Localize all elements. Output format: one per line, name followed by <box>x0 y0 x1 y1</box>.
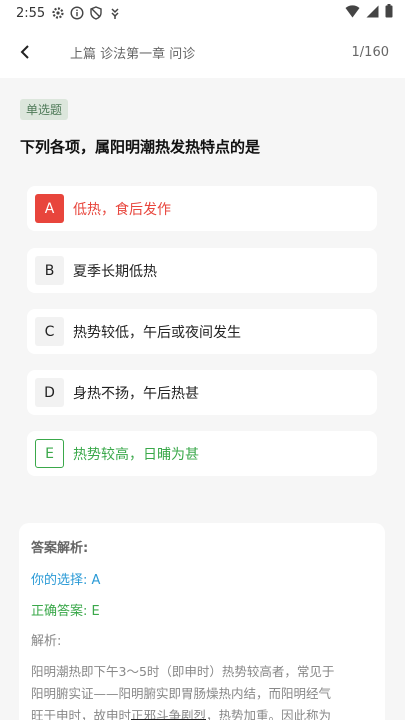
option-letter: D <box>35 378 64 407</box>
battery-icon <box>385 4 393 22</box>
option-a[interactable]: A 低热，食后发作 <box>27 186 377 231</box>
info-icon <box>70 6 84 20</box>
status-right <box>345 4 393 22</box>
correct-answer: 正确答案: E <box>31 604 100 619</box>
option-text: 夏季长期低热 <box>73 263 157 280</box>
option-letter: B <box>35 256 64 285</box>
settings-gear-icon <box>51 6 65 20</box>
explanation-line: 旺于申时，故申时正邪斗争剧烈，热势加重。因此称为 <box>31 705 373 720</box>
option-text: 低热，食后发作 <box>73 201 171 218</box>
usb-debug-icon <box>108 6 122 20</box>
option-text: 热势较高，日晡为甚 <box>73 446 199 463</box>
explanation-text: ，热势加重。因此称为 <box>206 708 332 720</box>
question-counter: 1/160 <box>351 44 389 60</box>
status-time: 2:55 <box>16 5 46 21</box>
explanation-line: 阳明潮热即下午3～5时（即申时）热势较高者，常见于 <box>31 664 335 679</box>
option-b[interactable]: B 夏季长期低热 <box>27 248 377 293</box>
option-e[interactable]: E 热势较高，日晡为甚 <box>27 431 377 476</box>
signal-icon <box>366 5 379 22</box>
status-bar: 2:55 <box>0 0 405 26</box>
question-content: 单选题 下列各项，属阳明潮热发热特点的是 A 低热，食后发作 B 夏季长期低热 … <box>0 78 405 720</box>
option-text: 热势较低，午后或夜间发生 <box>73 324 241 341</box>
option-text: 身热不扬，午后热甚 <box>73 385 199 402</box>
chapter-title: 上篇 诊法第一章 问诊 <box>70 46 196 62</box>
explanation-text: 旺于申时，故申时 <box>31 708 132 720</box>
shield-icon <box>89 6 103 20</box>
explanation-line: 阳明腑实证——阳明腑实即胃肠燥热内结，而阳明经气 <box>31 686 332 701</box>
explanation-body: 阳明潮热即下午3～5时（即申时）热势较高者，常见于 阳明腑实证——阳明腑实即胃肠… <box>31 661 373 720</box>
question-type-badge: 单选题 <box>20 99 69 120</box>
your-choice: 你的选择: A <box>31 573 101 588</box>
question-text: 下列各项，属阳明潮热发热特点的是 <box>20 138 261 156</box>
option-c[interactable]: C 热势较低，午后或夜间发生 <box>27 309 377 354</box>
option-letter: E <box>35 439 64 468</box>
analysis-title: 答案解析: <box>31 541 89 556</box>
option-letter: A <box>35 194 64 223</box>
nav-header: 上篇 诊法第一章 问诊 1/160 <box>0 26 405 78</box>
wifi-icon <box>345 4 360 22</box>
explanation-label: 解析: <box>31 634 62 649</box>
strikethrough-text: 正邪斗争剧烈 <box>131 708 206 720</box>
back-button[interactable] <box>14 41 36 63</box>
option-letter: C <box>35 317 64 346</box>
chevron-left-icon <box>20 45 29 59</box>
answer-analysis-card: 答案解析: 你的选择: A 正确答案: E 解析: 阳明潮热即下午3～5时（即申… <box>19 523 385 720</box>
option-d[interactable]: D 身热不扬，午后热甚 <box>27 370 377 415</box>
